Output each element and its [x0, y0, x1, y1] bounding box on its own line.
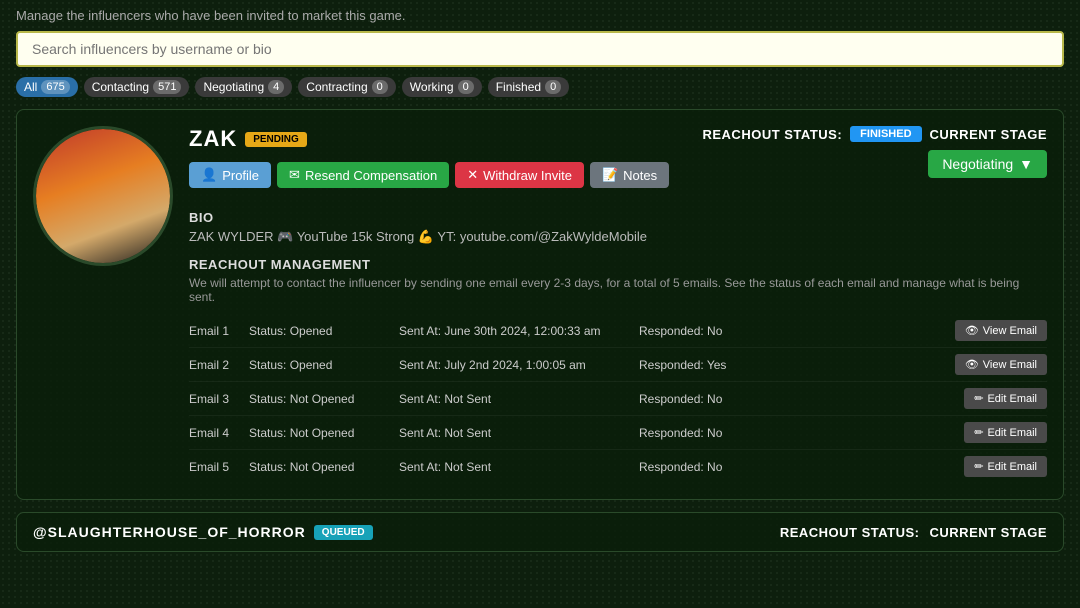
profile-button[interactable]: 👤 Profile [189, 162, 271, 188]
email-responded: Responded: No [639, 392, 779, 406]
email-label: Email 4 [189, 426, 249, 440]
email-label: Email 3 [189, 392, 249, 406]
withdraw-invite-button[interactable]: ✕ Withdraw Invite [455, 162, 584, 188]
email-row-2: Email 2Status: OpenedSent At: July 2nd 2… [189, 348, 1047, 382]
email-status: Status: Not Opened [249, 392, 399, 406]
partial-influencer-name: @SLAUGHTERHOUSE_OF_HORROR [33, 524, 306, 540]
filter-tab-count: 0 [372, 80, 388, 94]
filter-tab-contacting[interactable]: Contacting 571 [84, 77, 190, 97]
partial-influencer-card: @SLAUGHTERHOUSE_OF_HORROR QUEUED REACHOU… [16, 512, 1064, 552]
email-icon: ✉ [289, 167, 300, 183]
pencil-icon: ✏ [974, 426, 983, 439]
filter-tab-count: 0 [545, 80, 561, 94]
email-sent-at: Sent At: Not Sent [399, 460, 639, 474]
filter-tab-label: Working [410, 80, 454, 94]
email-row-3: Email 3Status: Not OpenedSent At: Not Se… [189, 382, 1047, 416]
edit-email-button[interactable]: ✏Edit Email [964, 422, 1047, 443]
edit-email-button[interactable]: ✏Edit Email [964, 388, 1047, 409]
bio-text: ZAK WYLDER 🎮 YouTube 15k Strong 💪 YT: yo… [189, 229, 1047, 245]
eye-icon: 👁 [965, 324, 979, 337]
pencil-icon: ✏ [974, 460, 983, 473]
email-label: Email 5 [189, 460, 249, 474]
filter-tab-finished[interactable]: Finished 0 [488, 77, 569, 97]
view-email-button[interactable]: 👁View Email [955, 354, 1047, 375]
email-status: Status: Not Opened [249, 460, 399, 474]
email-row-4: Email 4Status: Not OpenedSent At: Not Se… [189, 416, 1047, 450]
filter-tab-label: Contracting [306, 80, 367, 94]
bio-label: BIO [189, 210, 1047, 225]
partial-stage-label: CURRENT STAGE [930, 525, 1047, 540]
email-label: Email 2 [189, 358, 249, 372]
note-icon: 📝 [602, 167, 618, 183]
person-icon: 👤 [201, 167, 217, 183]
influencer-card: ZAK PENDING 👤 Profile ✉ Resend Compensat… [16, 109, 1064, 500]
reachout-status-value: FINISHED [850, 126, 921, 142]
partial-status-badge: QUEUED [314, 525, 373, 540]
email-responded: Responded: No [639, 426, 779, 440]
email-responded: Responded: Yes [639, 358, 779, 372]
filter-tab-label: Negotiating [203, 80, 264, 94]
filter-tab-label: Contacting [92, 80, 149, 94]
filter-tab-all[interactable]: All 675 [16, 77, 78, 97]
email-row-1: Email 1Status: OpenedSent At: June 30th … [189, 314, 1047, 348]
avatar [33, 126, 173, 266]
reachout-mgmt-label: REACHOUT MANAGEMENT [189, 257, 1047, 272]
email-sent-at: Sent At: July 2nd 2024, 1:00:05 am [399, 358, 639, 372]
email-status: Status: Opened [249, 324, 399, 338]
email-row-5: Email 5Status: Not OpenedSent At: Not Se… [189, 450, 1047, 483]
email-label: Email 1 [189, 324, 249, 338]
filter-tab-label: Finished [496, 80, 541, 94]
eye-icon: 👁 [965, 358, 979, 371]
filter-tab-contracting[interactable]: Contracting 0 [298, 77, 396, 97]
email-responded: Responded: No [639, 324, 779, 338]
filter-tab-count: 0 [458, 80, 474, 94]
status-badge: PENDING [245, 132, 307, 147]
email-list: Email 1Status: OpenedSent At: June 30th … [189, 314, 1047, 483]
chevron-down-icon: ▼ [1019, 156, 1033, 172]
email-sent-at: Sent At: Not Sent [399, 392, 639, 406]
edit-email-button[interactable]: ✏Edit Email [964, 456, 1047, 477]
filter-tab-count: 675 [41, 80, 69, 94]
filter-tabs: All 675 Contacting 571 Negotiating 4 Contracti… [16, 77, 1064, 97]
email-sent-at: Sent At: June 30th 2024, 12:00:33 am [399, 324, 639, 338]
x-icon: ✕ [467, 167, 478, 183]
view-email-button[interactable]: 👁View Email [955, 320, 1047, 341]
pencil-icon: ✏ [974, 392, 983, 405]
current-stage-label: CURRENT STAGE [930, 127, 1047, 142]
filter-tab-count: 4 [268, 80, 284, 94]
manage-description: Manage the influencers who have been inv… [16, 8, 1064, 23]
notes-button[interactable]: 📝 Notes [590, 162, 669, 188]
email-status: Status: Not Opened [249, 426, 399, 440]
email-responded: Responded: No [639, 460, 779, 474]
stage-dropdown[interactable]: Negotiating ▼ [928, 150, 1047, 178]
filter-tab-working[interactable]: Working 0 [402, 77, 482, 97]
email-status: Status: Opened [249, 358, 399, 372]
influencer-name: ZAK [189, 126, 237, 152]
reachout-status-label: REACHOUT STATUS: [702, 127, 842, 142]
filter-tab-negotiating[interactable]: Negotiating 4 [195, 77, 292, 97]
filter-tab-label: All [24, 80, 37, 94]
search-input[interactable] [16, 31, 1064, 67]
filter-tab-count: 571 [153, 80, 181, 94]
partial-reachout-label: REACHOUT STATUS: [780, 525, 920, 540]
reachout-mgmt-desc: We will attempt to contact the influence… [189, 276, 1047, 304]
email-sent-at: Sent At: Not Sent [399, 426, 639, 440]
resend-compensation-button[interactable]: ✉ Resend Compensation [277, 162, 449, 188]
